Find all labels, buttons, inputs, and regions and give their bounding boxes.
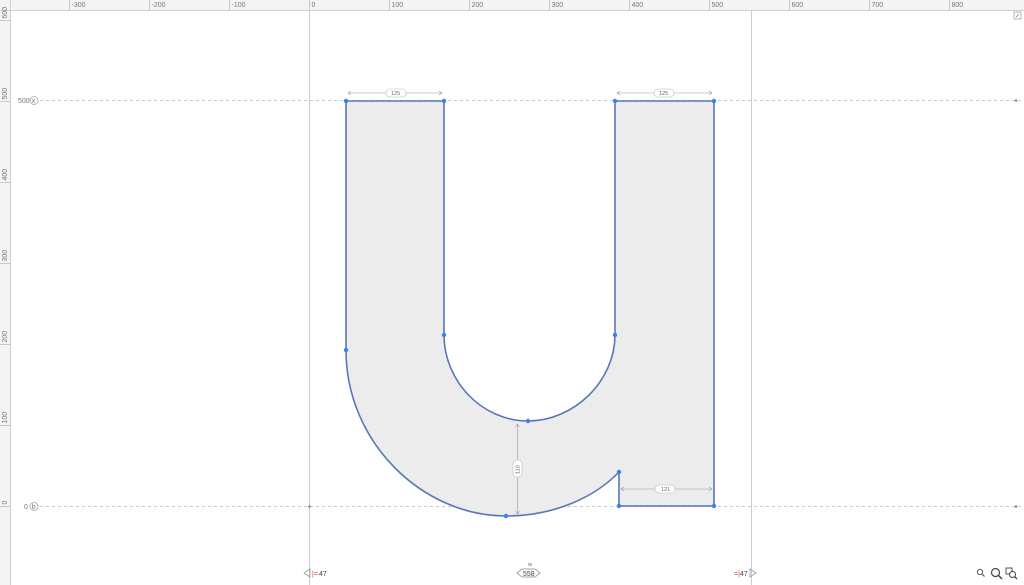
x-height-end-dot <box>1014 99 1018 102</box>
zoom-fit-icon <box>1005 567 1017 579</box>
left-stem-width: 125 <box>391 91 400 97</box>
origin-dot <box>308 505 311 508</box>
zoom-fit-button[interactable] <box>1004 566 1018 580</box>
top-ruler-label: 600 <box>792 2 804 9</box>
node[interactable] <box>525 418 531 424</box>
right-sidebearing-value[interactable]: 47 <box>740 571 748 578</box>
top-ruler-label: 800 <box>952 2 964 9</box>
top-ruler-label: 100 <box>392 2 404 9</box>
left-ruler[interactable] <box>0 0 10 585</box>
left-sidebearing-value[interactable]: 47 <box>319 571 327 578</box>
node[interactable] <box>612 98 618 104</box>
left-ruler-label: 500 <box>2 88 9 100</box>
left-ruler-label: 400 <box>2 169 9 181</box>
node[interactable] <box>711 98 717 104</box>
zoom-in-icon <box>990 567 1003 580</box>
left-ruler-label: 100 <box>2 412 9 424</box>
top-ruler-label: 200 <box>472 2 484 9</box>
node[interactable] <box>343 98 349 104</box>
zoom-out-button[interactable] <box>974 566 988 580</box>
top-ruler-label: 500 <box>712 2 724 9</box>
node[interactable] <box>441 98 447 104</box>
left-ruler-label: 300 <box>2 250 9 262</box>
x-height-marker-letter: x <box>32 98 36 105</box>
lsb-marker-icon: |= <box>312 571 318 578</box>
bowl-thickness: 110 <box>516 465 522 474</box>
baseline-marker-letter: b <box>32 504 36 511</box>
spur-width: 121 <box>661 487 670 493</box>
zoom-out-icon <box>976 568 985 577</box>
node[interactable] <box>441 332 447 338</box>
top-ruler-label: -300 <box>72 2 86 9</box>
baseline-label: 0 <box>24 504 28 511</box>
glyph-editor-canvas[interactable]: -300 -200 -100 0 100 200 300 400 500 600 700 800 60… <box>0 0 1024 585</box>
node[interactable] <box>616 469 622 475</box>
advance-width-value[interactable]: 558 <box>523 571 535 578</box>
top-ruler-label: 0 <box>312 2 316 9</box>
baseline-end-dot <box>1014 505 1018 508</box>
top-ruler-label: -200 <box>152 2 166 9</box>
width-label: w <box>527 562 532 568</box>
corner-toggle-icon[interactable] <box>1013 11 1022 20</box>
glyph-u-outline[interactable] <box>345 100 715 517</box>
right-stem-width: 125 <box>659 91 668 97</box>
top-ruler-label: 300 <box>552 2 564 9</box>
top-ruler-label: 400 <box>632 2 644 9</box>
node[interactable] <box>616 503 622 509</box>
node[interactable] <box>343 347 349 353</box>
node[interactable] <box>711 503 717 509</box>
rsb-arrow-icon[interactable] <box>749 568 757 578</box>
left-ruler-label: 600 <box>2 7 9 19</box>
left-ruler-label: 200 <box>2 331 9 343</box>
top-ruler-label: -100 <box>232 2 246 9</box>
node[interactable] <box>612 332 618 338</box>
top-ruler-label: 700 <box>872 2 884 9</box>
x-height-label: 500 <box>18 98 30 105</box>
node[interactable] <box>503 513 509 519</box>
left-ruler-label: 0 <box>2 501 9 505</box>
zoom-in-button[interactable] <box>989 566 1003 580</box>
